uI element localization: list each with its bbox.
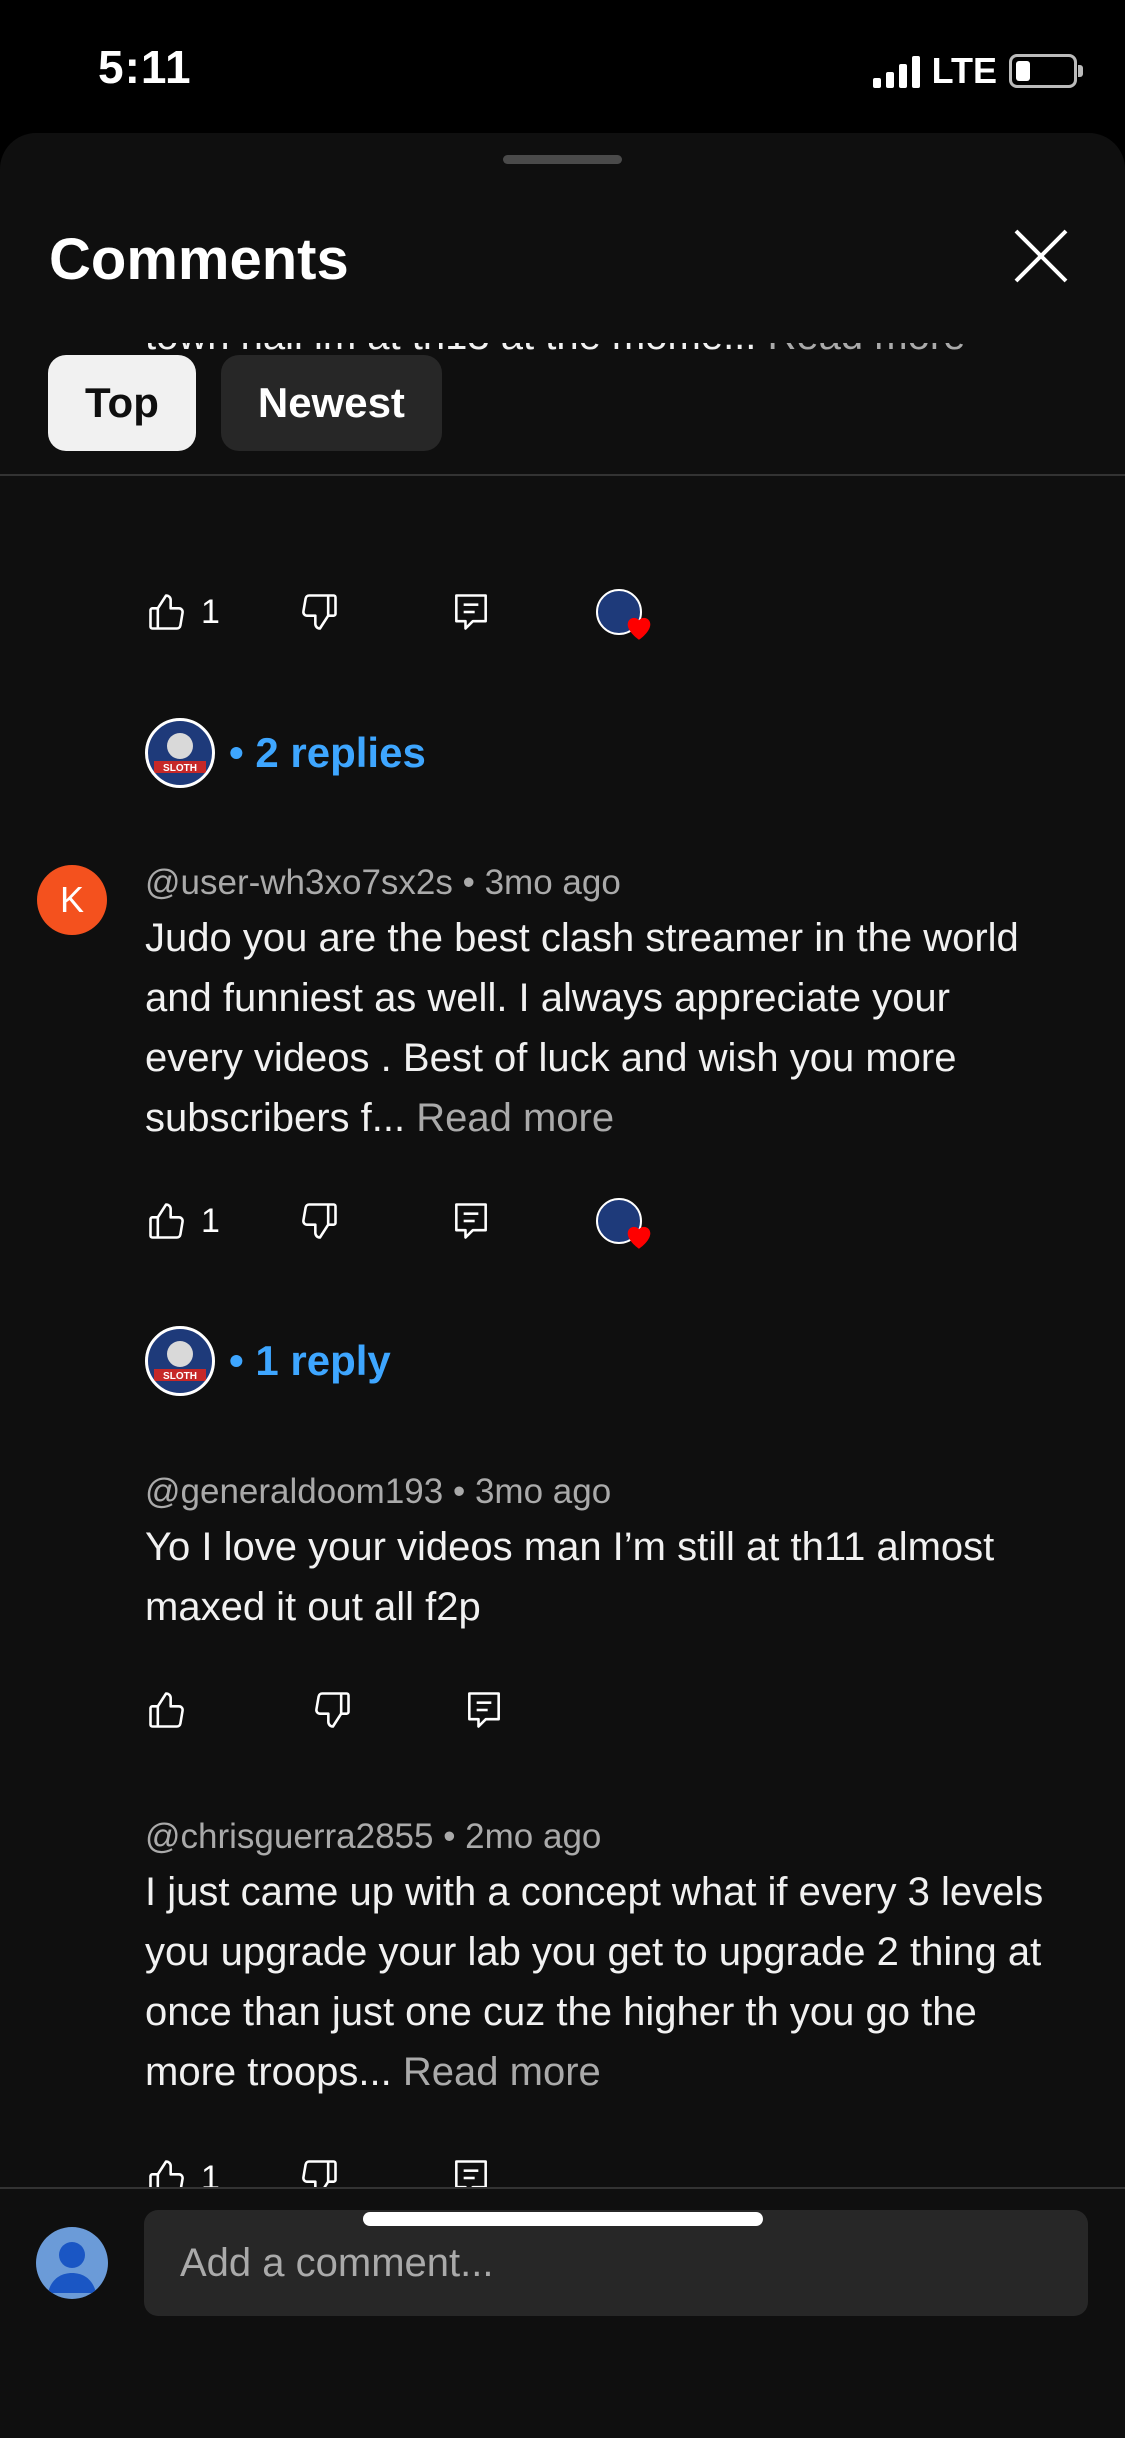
- comment-text: I just came up with a concept what if ev…: [145, 1870, 1044, 2094]
- comment-icon: [449, 590, 493, 634]
- close-button[interactable]: [1010, 225, 1072, 287]
- dislike-button[interactable]: [310, 1688, 354, 1732]
- comment-text: Yo I love your videos man I’m still at t…: [145, 1525, 995, 1629]
- comment-author[interactable]: @chrisguerra2855: [145, 1817, 433, 1856]
- comment-actions: 1: [145, 2153, 493, 2187]
- comment-meta: @user-wh3xo7sx2s • 3mo ago: [145, 863, 621, 902]
- heart-icon: [622, 610, 656, 644]
- comment-item: @user-wh3xo7sx2s • 3mo ago Judo you are …: [145, 863, 1045, 1148]
- like-button[interactable]: 1: [145, 1199, 220, 1243]
- comment-time: 2mo ago: [465, 1817, 602, 1856]
- replies-count: • 2 replies: [229, 729, 426, 776]
- thumbs-down-icon: [297, 2156, 341, 2187]
- like-count: 1: [201, 592, 220, 631]
- comment-icon: [462, 1688, 506, 1732]
- read-more-link[interactable]: Read more: [403, 2050, 601, 2094]
- channel-logo-icon: SLOTH: [145, 718, 215, 788]
- svg-text:SLOTH: SLOTH: [163, 763, 197, 774]
- heart-icon: [622, 1219, 656, 1253]
- comment-actions: 1: [145, 1196, 652, 1246]
- dislike-button[interactable]: [297, 590, 341, 634]
- thumbs-up-icon: [145, 1199, 189, 1243]
- comment-actions: [145, 1685, 506, 1735]
- comment-list[interactable]: town hall im at th13 at the mome... Read…: [0, 343, 1125, 2187]
- reply-button[interactable]: [449, 590, 493, 634]
- thumbs-down-icon: [310, 1688, 354, 1732]
- status-icons: LTE: [872, 50, 1083, 92]
- read-more-link[interactable]: Read more: [768, 343, 966, 358]
- thumbs-up-icon: [145, 1688, 189, 1732]
- dislike-button[interactable]: [297, 2156, 341, 2187]
- like-button[interactable]: 1: [145, 2156, 220, 2187]
- comment-author[interactable]: @user-wh3xo7sx2s: [145, 863, 453, 902]
- user-avatar-icon: [36, 2227, 108, 2299]
- thumbs-up-icon: [145, 2156, 189, 2187]
- creator-heart-badge: [595, 1193, 652, 1249]
- dislike-button[interactable]: [297, 1199, 341, 1243]
- replies-count: • 1 reply: [229, 1337, 391, 1384]
- channel-logo-icon: SLOTH: [145, 1326, 215, 1396]
- reply-button[interactable]: [449, 2156, 493, 2187]
- comment-actions: 1: [145, 587, 652, 637]
- status-time: 5:11: [98, 41, 192, 93]
- comment-item: @chrisguerra2855 • 2mo ago I just came u…: [145, 1817, 1045, 2102]
- comment-item: @generaldoom193 • 3mo ago Yo I love your…: [145, 1472, 1045, 1637]
- comment-text: town hall im at th13 at the mome... Read…: [145, 343, 1045, 366]
- comment-meta: @generaldoom193 • 3mo ago: [145, 1472, 612, 1511]
- svg-text:SLOTH: SLOTH: [163, 1371, 197, 1382]
- comment-time: 3mo ago: [474, 1472, 612, 1511]
- thumbs-up-icon: [145, 590, 189, 634]
- drag-handle[interactable]: [503, 155, 622, 164]
- avatar[interactable]: K: [37, 865, 107, 935]
- status-bar: 5:11 LTE: [0, 0, 1125, 135]
- like-count: 1: [201, 2158, 220, 2188]
- creator-heart-badge: [595, 584, 652, 640]
- replies-link[interactable]: SLOTH • 1 reply: [145, 1326, 391, 1396]
- signal-icon: [872, 54, 920, 88]
- comment-meta: @chrisguerra2855 • 2mo ago: [145, 1817, 602, 1856]
- thumbs-down-icon: [297, 1199, 341, 1243]
- comment-text: Judo you are the best clash streamer in …: [145, 916, 1019, 1140]
- replies-link[interactable]: SLOTH • 2 replies: [145, 718, 426, 788]
- read-more-link[interactable]: Read more: [416, 1096, 614, 1140]
- like-button[interactable]: 1: [145, 590, 220, 634]
- comment-item: town hall im at th13 at the mome... Read…: [145, 343, 1045, 366]
- home-indicator[interactable]: [363, 2212, 763, 2226]
- comment-time: 3mo ago: [484, 863, 621, 902]
- like-button[interactable]: [145, 1688, 189, 1732]
- reply-button[interactable]: [462, 1688, 506, 1732]
- comment-icon: [449, 1199, 493, 1243]
- network-type: LTE: [931, 50, 997, 91]
- close-icon: [1014, 229, 1068, 283]
- comment-icon: [449, 2156, 493, 2187]
- thumbs-down-icon: [297, 590, 341, 634]
- battery-icon: [1009, 54, 1083, 88]
- sheet-title: Comments: [49, 227, 349, 292]
- reply-button[interactable]: [449, 1199, 493, 1243]
- comment-author[interactable]: @generaldoom193: [145, 1472, 443, 1511]
- like-count: 1: [201, 1201, 220, 1240]
